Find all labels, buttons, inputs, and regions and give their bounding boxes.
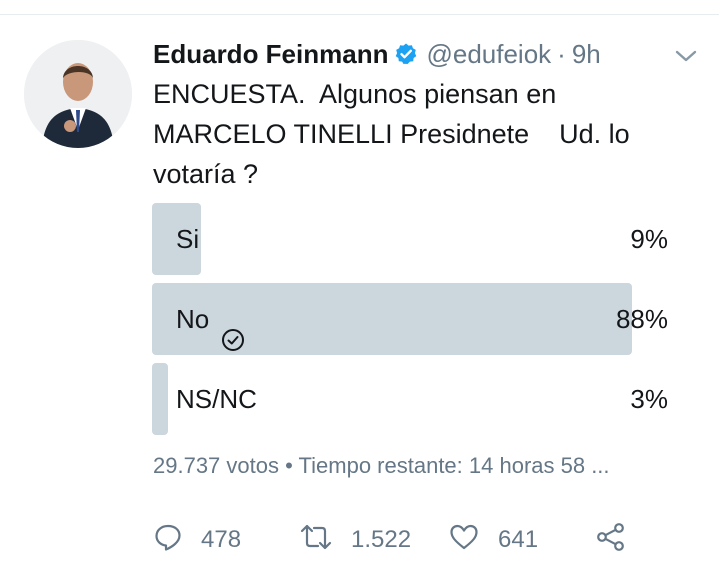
poll-option-si[interactable]: Si 9% (152, 203, 668, 275)
like-count: 641 (498, 526, 539, 553)
tweet-header: Eduardo Feinmann @edufeiok · 9h (153, 37, 601, 71)
avatar[interactable] (24, 40, 132, 148)
separator-dot: · (557, 38, 566, 69)
poll-option-no[interactable]: No 88% (152, 283, 668, 355)
poll-option-text: Si (176, 224, 200, 254)
retweet-button[interactable]: 1.522 (299, 520, 411, 560)
reply-icon (153, 522, 183, 559)
poll-option-percent: 3% (630, 384, 668, 414)
author-name[interactable]: Eduardo Feinmann (153, 39, 388, 70)
verified-badge-icon (394, 42, 418, 66)
top-divider (0, 14, 719, 15)
poll-option-percent: 88% (615, 304, 668, 334)
poll-option-percent: 9% (630, 224, 668, 254)
poll-option-text: No (176, 304, 210, 334)
retweet-count: 1.522 (351, 526, 412, 553)
poll-bar (152, 363, 168, 435)
tweet-time[interactable]: 9h (572, 39, 601, 70)
heart-icon (448, 522, 480, 559)
retweet-icon (299, 522, 333, 559)
poll-option-label: Si (176, 203, 199, 275)
poll-option-text: NS/NC (176, 384, 257, 414)
author-handle[interactable]: @edufeiok (426, 39, 551, 70)
share-button[interactable] (595, 520, 627, 560)
poll-option-label: No (176, 283, 245, 355)
poll-meta: 29.737 votos • Tiempo restante: 14 horas… (153, 453, 610, 478)
share-icon (595, 522, 627, 559)
reply-button[interactable]: 478 (153, 520, 241, 560)
like-button[interactable]: 641 (448, 520, 538, 560)
check-circle-icon (221, 307, 245, 351)
reply-count: 478 (201, 526, 242, 553)
poll-option-label: NS/NC (176, 363, 257, 435)
chevron-down-icon[interactable] (673, 46, 699, 66)
poll-option-nsnc[interactable]: NS/NC 3% (152, 363, 668, 435)
avatar-image (24, 40, 132, 148)
tweet-text: ENCUESTA. Algunos piensan en MARCELO TIN… (153, 79, 630, 189)
